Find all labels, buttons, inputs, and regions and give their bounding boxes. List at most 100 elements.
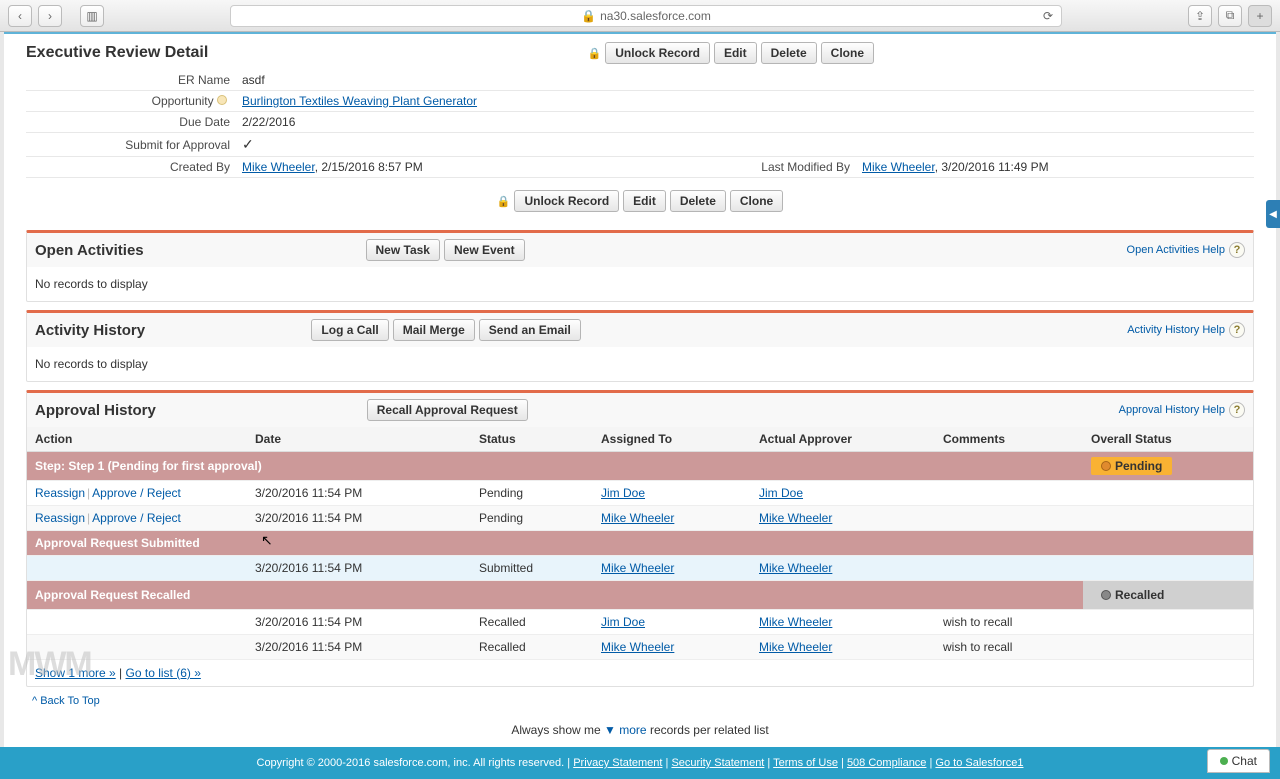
open-activities-title: Open Activities xyxy=(35,242,144,259)
created-by-link[interactable]: Mike Wheeler xyxy=(242,160,315,174)
assigned-link[interactable]: Mike Wheeler xyxy=(601,561,674,575)
opportunity-label: Opportunity xyxy=(152,94,214,108)
approval-table: Action Date Status Assigned To Actual Ap… xyxy=(27,427,1253,660)
side-tab[interactable]: ◀ xyxy=(1266,200,1280,228)
back-to-top-link[interactable]: ^ Back To Top xyxy=(32,695,100,707)
col-date: Date xyxy=(247,427,471,452)
assigned-link[interactable]: Mike Wheeler xyxy=(601,511,674,525)
open-activities-empty: No records to display xyxy=(27,267,1253,301)
approver-link[interactable]: Mike Wheeler xyxy=(759,640,832,654)
assigned-link[interactable]: Jim Doe xyxy=(601,486,645,500)
new-task-button[interactable]: New Task xyxy=(366,239,440,261)
submit-approval-label: Submit for Approval xyxy=(26,133,236,157)
detail-header: Executive Review Detail 🔒 Unlock Record … xyxy=(26,42,1254,64)
col-action: Action xyxy=(27,427,247,452)
always-show-text: Always show me ▼ more records per relate… xyxy=(26,713,1254,747)
dropdown-icon[interactable]: ▼ xyxy=(604,723,616,737)
overall-status-pending: Pending xyxy=(1091,457,1172,475)
er-name-value: asdf xyxy=(236,70,656,91)
mail-merge-button[interactable]: Mail Merge xyxy=(393,319,475,341)
approve-reject-link[interactable]: Approve / Reject xyxy=(92,486,181,500)
refresh-icon[interactable]: ⟳ xyxy=(1043,9,1053,23)
approver-link[interactable]: Jim Doe xyxy=(759,486,803,500)
log-a-call-button[interactable]: Log a Call xyxy=(311,319,388,341)
opportunity-link[interactable]: Burlington Textiles Weaving Plant Genera… xyxy=(242,94,477,108)
recall-approval-request-button[interactable]: Recall Approval Request xyxy=(367,399,528,421)
compliance-link[interactable]: 508 Compliance xyxy=(847,757,927,769)
step-header-row: Approval Request Recalled Recalled xyxy=(27,581,1253,610)
new-event-button[interactable]: New Event xyxy=(444,239,525,261)
reassign-link[interactable]: Reassign xyxy=(35,511,85,525)
share-button[interactable]: ⇪ xyxy=(1188,5,1212,27)
approver-link[interactable]: Mike Wheeler xyxy=(759,511,832,525)
approver-link[interactable]: Mike Wheeler xyxy=(759,615,832,629)
opportunity-icon xyxy=(217,95,227,105)
back-button[interactable]: ‹ xyxy=(8,5,32,27)
clone-button-2[interactable]: Clone xyxy=(730,190,783,212)
more-link[interactable]: more xyxy=(619,723,646,737)
edit-button-2[interactable]: Edit xyxy=(623,190,666,212)
approval-footer-links: Show 1 more » | Go to list (6) » xyxy=(27,660,1253,686)
help-icon: ? xyxy=(1229,242,1245,258)
url-text: na30.salesforce.com xyxy=(600,9,711,23)
terms-link[interactable]: Terms of Use xyxy=(773,757,838,769)
approval-history-help-link[interactable]: Approval History Help? xyxy=(1119,402,1245,418)
check-icon: ✓ xyxy=(242,136,254,152)
table-row: 3/20/2016 11:54 PM Submitted Mike Wheele… xyxy=(27,556,1253,581)
col-status: Status xyxy=(471,427,593,452)
new-tab-button[interactable]: + xyxy=(1248,5,1272,27)
assigned-link[interactable]: Jim Doe xyxy=(601,615,645,629)
detail-buttons-bottom: 🔒 Unlock Record Edit Delete Clone xyxy=(26,184,1254,222)
due-date-label: Due Date xyxy=(26,112,236,133)
col-overall: Overall Status xyxy=(1083,427,1253,452)
recalled-icon xyxy=(1101,590,1111,600)
last-mod-link[interactable]: Mike Wheeler xyxy=(862,160,935,174)
detail-field-table: ER Name asdf Opportunity Burlington Text… xyxy=(26,70,1254,178)
col-comments: Comments xyxy=(935,427,1083,452)
approve-reject-link[interactable]: Approve / Reject xyxy=(92,511,181,525)
unlock-record-button[interactable]: Unlock Record xyxy=(605,42,710,64)
lock-icon: 🔒 xyxy=(497,195,511,208)
help-icon: ? xyxy=(1229,402,1245,418)
col-assigned: Assigned To xyxy=(593,427,751,452)
goto-sf1-link[interactable]: Go to Salesforce1 xyxy=(935,757,1023,769)
reassign-link[interactable]: Reassign xyxy=(35,486,85,500)
url-bar[interactable]: 🔒 na30.salesforce.com ⟳ xyxy=(230,5,1062,27)
table-row: 3/20/2016 11:54 PM Recalled Mike Wheeler… xyxy=(27,635,1253,660)
security-link[interactable]: Security Statement xyxy=(671,757,764,769)
privacy-link[interactable]: Privacy Statement xyxy=(573,757,662,769)
pending-icon xyxy=(1101,461,1111,471)
approval-history-section: Approval History Recall Approval Request… xyxy=(26,390,1254,687)
due-date-value: 2/22/2016 xyxy=(236,112,656,133)
footer-bar: Copyright © 2000-2016 salesforce.com, in… xyxy=(0,747,1280,779)
activity-history-title: Activity History xyxy=(35,322,145,339)
lock-icon: 🔒 xyxy=(581,9,596,23)
step-header-row: Approval Request Submitted xyxy=(27,531,1253,556)
sidebar-button[interactable]: ▥ xyxy=(80,5,104,27)
help-icon: ? xyxy=(1229,322,1245,338)
delete-button-2[interactable]: Delete xyxy=(670,190,726,212)
activity-history-section: Activity History Log a Call Mail Merge S… xyxy=(26,310,1254,382)
page-title: Executive Review Detail xyxy=(26,44,208,62)
delete-button[interactable]: Delete xyxy=(761,42,817,64)
approver-link[interactable]: Mike Wheeler xyxy=(759,561,832,575)
step-header-row: Step: Step 1 (Pending for first approval… xyxy=(27,452,1253,481)
table-row: Reassign|Approve / Reject 3/20/2016 11:5… xyxy=(27,506,1253,531)
presence-icon xyxy=(1220,757,1228,765)
clone-button[interactable]: Clone xyxy=(821,42,874,64)
open-activities-help-link[interactable]: Open Activities Help? xyxy=(1127,242,1245,258)
er-name-label: ER Name xyxy=(26,70,236,91)
activity-history-help-link[interactable]: Activity History Help? xyxy=(1127,322,1245,338)
approval-history-title: Approval History xyxy=(35,402,156,419)
forward-button[interactable]: › xyxy=(38,5,62,27)
unlock-record-button-2[interactable]: Unlock Record xyxy=(514,190,619,212)
send-an-email-button[interactable]: Send an Email xyxy=(479,319,581,341)
last-mod-time: , 3/20/2016 11:49 PM xyxy=(935,160,1049,174)
chat-button[interactable]: Chat xyxy=(1207,749,1270,773)
lock-icon: 🔒 xyxy=(588,47,602,60)
go-to-list-link[interactable]: Go to list (6) » xyxy=(126,666,201,680)
edit-button[interactable]: Edit xyxy=(714,42,757,64)
assigned-link[interactable]: Mike Wheeler xyxy=(601,640,674,654)
browser-chrome: ‹ › ▥ 🔒 na30.salesforce.com ⟳ ⇪ ⧉ + xyxy=(0,0,1280,32)
tabs-button[interactable]: ⧉ xyxy=(1218,5,1242,27)
